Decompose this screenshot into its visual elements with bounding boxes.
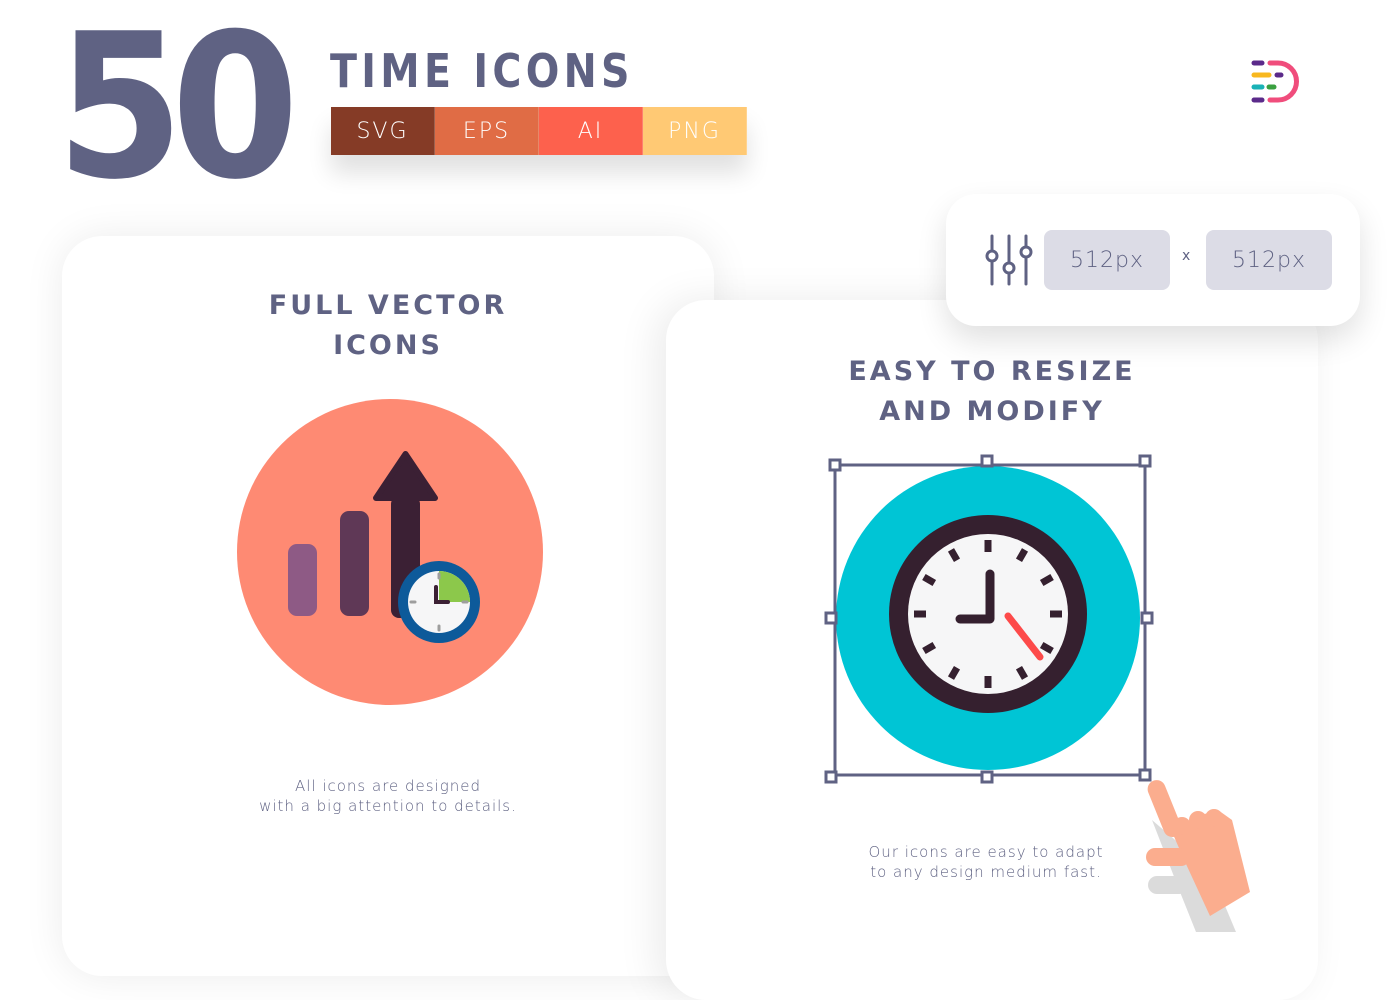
selection-box[interactable] (822, 452, 1156, 786)
resize-panel: 512px x 512px (946, 194, 1360, 326)
card-title-line: AND MODIFY (879, 396, 1105, 427)
card-description: All icons are designed with a big attent… (62, 776, 714, 816)
height-field[interactable]: 512px (1206, 230, 1332, 290)
card-title-line: FULL VECTOR (268, 290, 508, 321)
card-description-line: All icons are designed (294, 777, 482, 795)
format-badge-ai: AI (539, 107, 643, 155)
card-description-line: with a big attention to details. (259, 797, 517, 815)
dimension-separator: x (1182, 248, 1191, 264)
card-title: FULL VECTOR ICONS (62, 286, 714, 366)
format-badge-svg: SVG (331, 107, 435, 155)
card-title-line: EASY TO RESIZE (848, 356, 1136, 387)
format-badge-eps: EPS (435, 107, 539, 155)
width-field[interactable]: 512px (1044, 230, 1170, 290)
sliders-icon[interactable] (984, 234, 1034, 286)
card-title: EASY TO RESIZE AND MODIFY (666, 352, 1318, 432)
brand-logo-icon (1250, 56, 1304, 108)
format-badge-png: PNG (643, 107, 747, 155)
page-title: TIME ICONS (330, 44, 634, 98)
hand-cursor-icon (1140, 780, 1260, 932)
feature-card-vector: FULL VECTOR ICONS All icons are designed… (62, 236, 714, 976)
growth-chart-clock-icon (236, 398, 544, 706)
card-title-line: ICONS (333, 330, 443, 361)
icon-count: 50 (56, 0, 299, 224)
format-badges: SVG EPS AI PNG (331, 107, 747, 155)
